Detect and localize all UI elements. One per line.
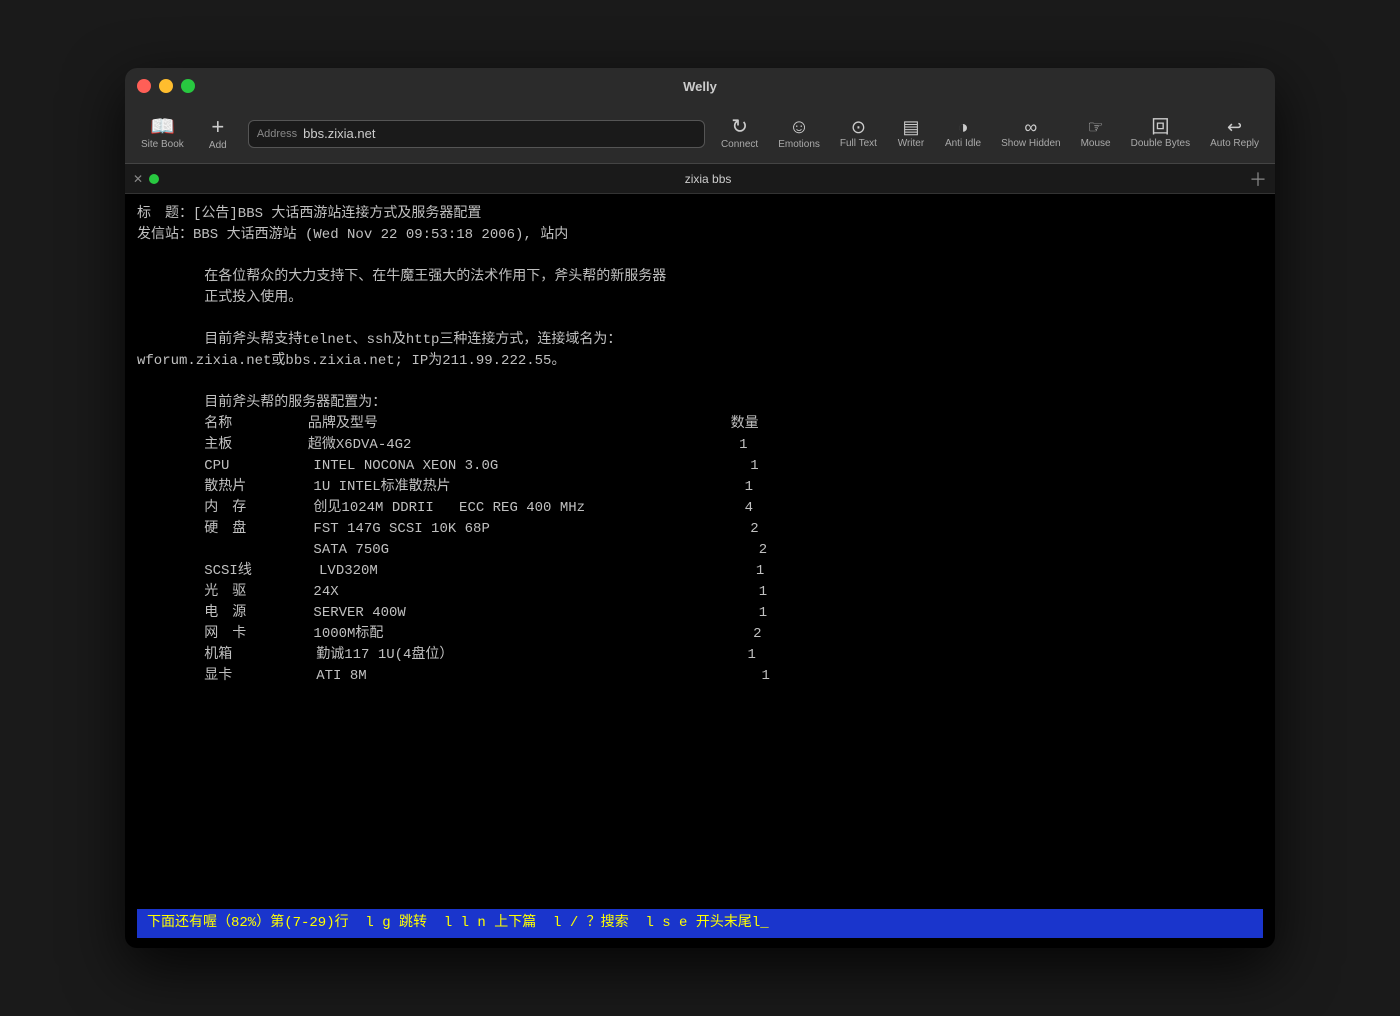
terminal-line-16: SATA 750G 2: [137, 540, 1263, 561]
writer-label: Writer: [898, 138, 924, 149]
toolbar-full-text[interactable]: ⊙ Full Text: [832, 114, 885, 153]
anti-idle-icon: ◑: [958, 118, 969, 136]
show-hidden-label: Show Hidden: [1001, 138, 1060, 149]
book-icon: 📖: [150, 117, 175, 137]
address-label: Address: [257, 128, 297, 140]
toolbar-add[interactable]: + Add: [196, 112, 240, 155]
maximize-button[interactable]: [181, 79, 195, 93]
terminal-line-15: 硬 盘 FST 147G SCSI 10K 68P 2: [137, 519, 1263, 540]
mouse-label: Mouse: [1081, 138, 1111, 149]
close-button[interactable]: [137, 79, 151, 93]
toolbar-mouse[interactable]: ☞ Mouse: [1073, 114, 1119, 153]
add-label: Add: [209, 140, 227, 151]
emotions-icon: ☺: [789, 117, 809, 137]
terminal-line-5: [137, 309, 1263, 330]
add-icon: +: [211, 116, 224, 138]
new-tab-button[interactable]: ＋: [1249, 166, 1267, 192]
mouse-icon: ☞: [1088, 118, 1104, 136]
app-window: Welly 📖 Site Book + Add Address ↻ Connec…: [125, 68, 1275, 948]
anti-idle-label: Anti Idle: [945, 138, 981, 149]
full-text-label: Full Text: [840, 138, 877, 149]
connect-icon: ↻: [731, 117, 748, 137]
double-bytes-icon: 回: [1151, 118, 1169, 136]
terminal-line-3: 在各位帮众的大力支持下、在牛魔王强大的法术作用下，斧头帮的新服务器: [137, 267, 1263, 288]
writer-icon: ▤: [902, 118, 919, 136]
terminal-line-17: SCSI线 LVD320M 1: [137, 561, 1263, 582]
status-bar: 下面还有喔（82%）第(7-29)行 l g 跳转 l l n 上下篇 l / …: [137, 909, 1263, 938]
terminal: 标 题：[公告]BBS 大话西游站连接方式及服务器配置 发信站：BBS 大话西游…: [125, 194, 1275, 948]
terminal-content: 标 题：[公告]BBS 大话西游站连接方式及服务器配置 发信站：BBS 大话西游…: [137, 204, 1263, 909]
tab-close-button[interactable]: ✕: [133, 172, 143, 186]
address-bar[interactable]: Address: [248, 120, 705, 148]
toolbar-site-book[interactable]: 📖 Site Book: [133, 113, 192, 154]
terminal-line-8: [137, 372, 1263, 393]
terminal-line-2: [137, 246, 1263, 267]
toolbar-connect[interactable]: ↻ Connect: [713, 113, 766, 154]
terminal-line-1: 发信站：BBS 大话西游站 (Wed Nov 22 09:53:18 2006)…: [137, 225, 1263, 246]
toolbar: 📖 Site Book + Add Address ↻ Connect ☺ Em…: [125, 104, 1275, 164]
full-text-icon: ⊙: [851, 118, 866, 136]
auto-reply-icon: ↩: [1227, 118, 1242, 136]
terminal-line-4: 正式投入使用。: [137, 288, 1263, 309]
emotions-label: Emotions: [778, 139, 820, 150]
terminal-line-14: 内 存 创见1024M DDRII ECC REG 400 MHz 4: [137, 498, 1263, 519]
site-book-label: Site Book: [141, 139, 184, 150]
address-input[interactable]: [303, 126, 696, 141]
terminal-line-0: 标 题：[公告]BBS 大话西游站连接方式及服务器配置: [137, 204, 1263, 225]
terminal-line-18: 光 驱 24X 1: [137, 582, 1263, 603]
toolbar-anti-idle[interactable]: ◑ Anti Idle: [937, 114, 989, 153]
toolbar-show-hidden[interactable]: ∞ Show Hidden: [993, 114, 1068, 153]
window-title: Welly: [683, 79, 717, 94]
traffic-lights: [137, 79, 195, 93]
tab-active-indicator: [149, 174, 159, 184]
double-bytes-label: Double Bytes: [1131, 138, 1190, 149]
terminal-line-12: CPU INTEL NOCONA XEON 3.0G 1: [137, 456, 1263, 477]
terminal-line-6: 目前斧头帮支持telnet、ssh及http三种连接方式，连接域名为：: [137, 330, 1263, 351]
terminal-line-11: 主板 超微X6DVA-4G2 1: [137, 435, 1263, 456]
toolbar-double-bytes[interactable]: 回 Double Bytes: [1123, 114, 1198, 153]
terminal-line-13: 散热片 1U INTEL标准散热片 1: [137, 477, 1263, 498]
terminal-line-7: wforum.zixia.net或bbs.zixia.net; IP为211.9…: [137, 351, 1263, 372]
terminal-line-19: 电 源 SERVER 400W 1: [137, 603, 1263, 624]
toolbar-writer[interactable]: ▤ Writer: [889, 114, 933, 153]
terminal-line-20: 网 卡 1000M标配 2: [137, 624, 1263, 645]
title-bar: Welly: [125, 68, 1275, 104]
toolbar-auto-reply[interactable]: ↩ Auto Reply: [1202, 114, 1267, 153]
tab-bar: ✕ zixia bbs ＋: [125, 164, 1275, 194]
toolbar-emotions[interactable]: ☺ Emotions: [770, 113, 828, 154]
auto-reply-label: Auto Reply: [1210, 138, 1259, 149]
terminal-line-22: 显卡 ATI 8M 1: [137, 666, 1263, 687]
minimize-button[interactable]: [159, 79, 173, 93]
terminal-line-21: 机箱 勤诚117 1U(4盘位） 1: [137, 645, 1263, 666]
tab-title[interactable]: zixia bbs: [167, 172, 1249, 186]
show-hidden-icon: ∞: [1024, 118, 1037, 136]
terminal-line-10: 名称 品牌及型号 数量: [137, 414, 1263, 435]
terminal-line-9: 目前斧头帮的服务器配置为：: [137, 393, 1263, 414]
connect-label: Connect: [721, 139, 758, 150]
